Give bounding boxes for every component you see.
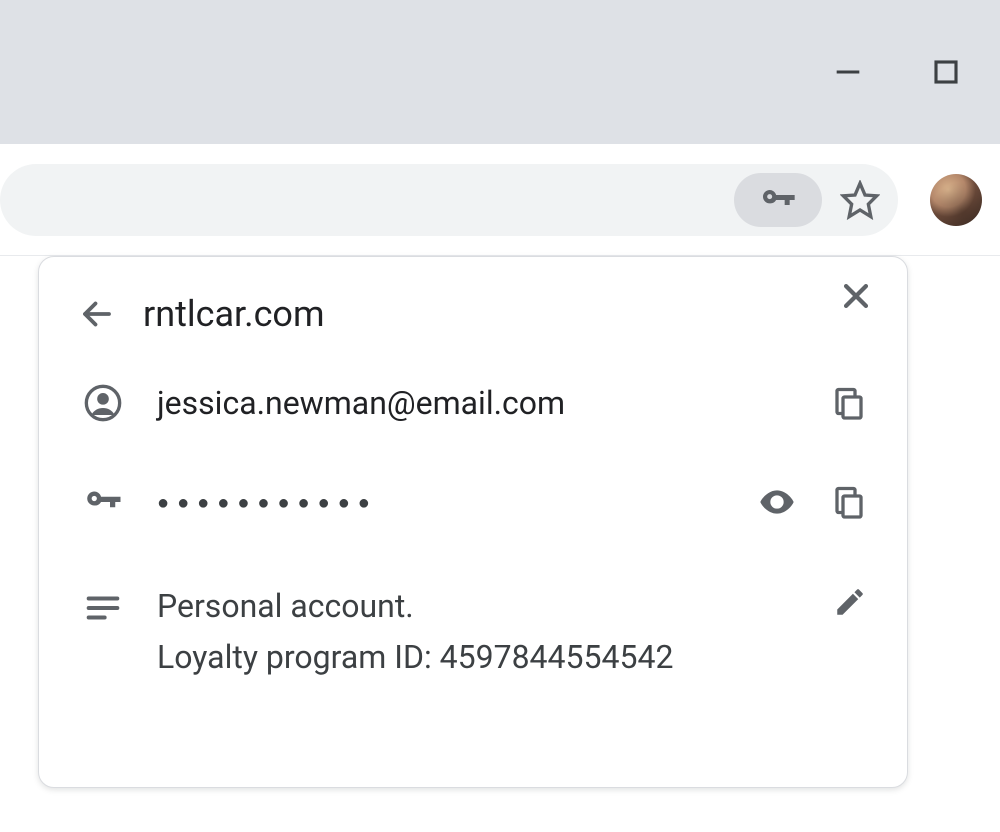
close-button[interactable]: [839, 279, 873, 313]
close-icon: [839, 279, 873, 313]
key-icon: [758, 180, 798, 220]
window-titlebar: [0, 0, 1000, 144]
password-details-popup: rntlcar.com jessica.newman@email.com ●●●…: [38, 256, 908, 788]
minimize-button[interactable]: [824, 48, 872, 96]
note-row: Personal account. Loyalty program ID: 45…: [79, 581, 867, 683]
key-icon: [82, 481, 124, 523]
pencil-icon: [833, 585, 867, 619]
note-line1: Personal account.: [157, 587, 414, 625]
copy-icon: [831, 385, 867, 421]
password-value-masked: ●●●●●●●●●●●: [157, 490, 727, 515]
maximize-button[interactable]: [922, 48, 970, 96]
profile-avatar[interactable]: [930, 174, 982, 226]
copy-password-button[interactable]: [831, 484, 867, 520]
popup-header: rntlcar.com: [79, 293, 867, 335]
eye-icon: [757, 482, 797, 522]
arrow-left-icon: [79, 296, 115, 332]
username-value: jessica.newman@email.com: [157, 384, 801, 422]
browser-toolbar: [0, 144, 1000, 256]
omnibox[interactable]: [0, 164, 898, 236]
username-row: jessica.newman@email.com: [79, 383, 867, 423]
popup-site-title: rntlcar.com: [143, 293, 325, 335]
bookmark-button[interactable]: [840, 180, 880, 220]
copy-icon: [831, 484, 867, 520]
copy-username-button[interactable]: [831, 385, 867, 421]
notes-icon: [84, 589, 122, 627]
account-icon: [83, 383, 123, 423]
edit-note-button[interactable]: [833, 585, 867, 619]
reveal-password-button[interactable]: [757, 482, 797, 522]
password-manager-chip[interactable]: [734, 173, 822, 227]
password-row: ●●●●●●●●●●●: [79, 481, 867, 523]
note-text: Personal account. Loyalty program ID: 45…: [157, 581, 803, 683]
back-button[interactable]: [79, 296, 115, 332]
star-icon: [840, 180, 880, 220]
note-line2: Loyalty program ID: 4597844554542: [157, 638, 673, 676]
